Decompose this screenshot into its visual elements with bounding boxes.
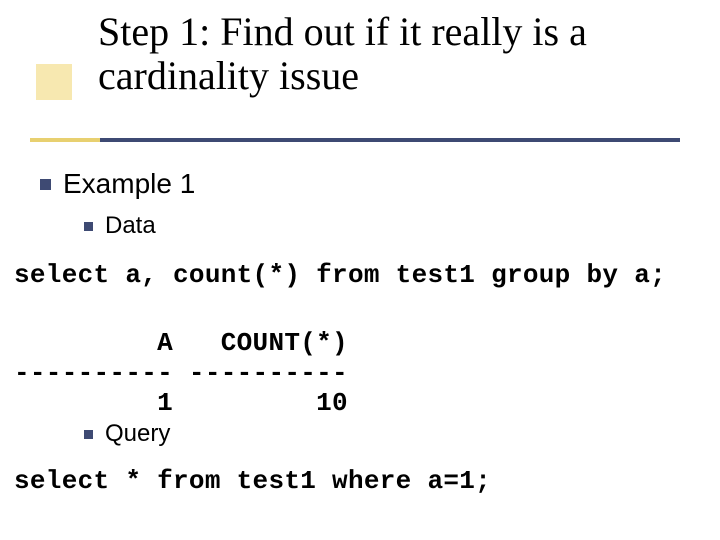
bullet-data-label: Data	[105, 212, 156, 240]
bullet-data: Data	[84, 212, 156, 240]
title-underline	[30, 138, 680, 142]
bullet-example: Example 1	[40, 168, 195, 200]
code-select-where: select * from test1 where a=1;	[14, 466, 491, 496]
code-result-header: A COUNT(*)	[14, 328, 348, 358]
slide: Step 1: Find out if it really is a cardi…	[0, 0, 720, 540]
title-region: Step 1: Find out if it really is a cardi…	[30, 10, 700, 98]
bullet-query-label: Query	[105, 420, 170, 448]
square-bullet-icon	[40, 179, 51, 190]
bullet-query: Query	[84, 420, 170, 448]
code-result-row: 1 10	[14, 388, 348, 418]
code-select-group: select a, count(*) from test1 group by a…	[14, 260, 666, 290]
underline-main	[100, 138, 680, 142]
slide-title: Step 1: Find out if it really is a cardi…	[98, 10, 700, 98]
square-bullet-icon	[84, 430, 93, 439]
code-result-divider: ---------- ----------	[14, 358, 348, 388]
underline-accent	[30, 138, 100, 142]
square-bullet-icon	[84, 222, 93, 231]
title-accent-square	[36, 64, 72, 100]
bullet-example-label: Example 1	[63, 168, 195, 200]
